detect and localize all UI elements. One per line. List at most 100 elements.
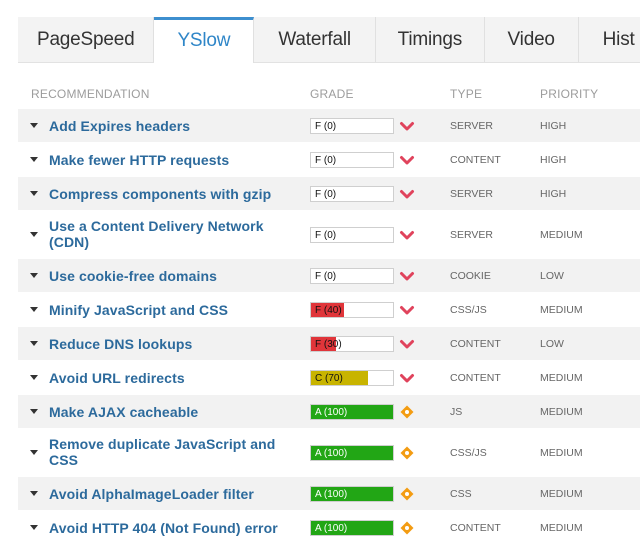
grade-bar: F (0) — [310, 186, 394, 202]
recommendation-link[interactable]: Remove duplicate JavaScript and CSS — [49, 436, 287, 468]
table-row[interactable]: Avoid HTTP 404 (Not Found) error A (100) C… — [18, 511, 640, 545]
tab-bar: PageSpeed YSlow Waterfall Timings Video … — [18, 17, 640, 63]
type-cell: CSS/JS — [450, 304, 487, 316]
recommendation-link[interactable]: Minify JavaScript and CSS — [49, 302, 287, 318]
table-row[interactable]: Use cookie-free domains F (0) COOKIE LOW — [18, 259, 640, 293]
recommendation-link[interactable]: Avoid HTTP 404 (Not Found) error — [49, 520, 287, 536]
grade-bar: F (30) — [310, 336, 394, 352]
yslow-results-table: RECOMMENDATION GRADE TYPE PRIORITY Add E… — [18, 76, 640, 545]
tab-pagespeed[interactable]: PageSpeed — [18, 17, 155, 62]
expand-caret-icon[interactable] — [30, 273, 38, 278]
type-cell: SERVER — [450, 188, 493, 200]
expand-caret-icon[interactable] — [30, 491, 38, 496]
table-row[interactable]: Make fewer HTTP requests F (0) CONTENT HIGH — [18, 143, 640, 177]
priority-cell: HIGH — [540, 188, 567, 200]
column-header-grade: GRADE — [310, 87, 354, 101]
expand-caret-icon[interactable] — [30, 450, 38, 455]
diamond-icon — [400, 521, 414, 535]
diamond-icon — [400, 446, 414, 460]
column-header-type: TYPE — [450, 87, 483, 101]
type-cell: CONTENT — [450, 522, 501, 534]
expand-caret-icon[interactable] — [30, 409, 38, 414]
chevron-down-icon — [400, 306, 414, 315]
tab-yslow[interactable]: YSlow — [154, 17, 255, 63]
recommendation-link[interactable]: Make AJAX cacheable — [49, 404, 287, 420]
recommendation-link[interactable]: Reduce DNS lookups — [49, 336, 287, 352]
priority-cell: LOW — [540, 270, 564, 282]
grade-bar: F (0) — [310, 227, 394, 243]
chevron-down-icon — [400, 190, 414, 199]
type-cell: CONTENT — [450, 154, 501, 166]
grade-bar: F (0) — [310, 268, 394, 284]
grade-bar: F (40) — [310, 302, 394, 318]
column-header-priority: PRIORITY — [540, 87, 599, 101]
tab-history[interactable]: Hist — [579, 17, 640, 62]
type-cell: SERVER — [450, 229, 493, 241]
grade-bar: A (100) — [310, 445, 394, 461]
priority-cell: MEDIUM — [540, 372, 583, 384]
grade-label: F (0) — [315, 189, 337, 200]
priority-cell: HIGH — [540, 154, 567, 166]
recommendation-link[interactable]: Compress components with gzip — [49, 186, 287, 202]
diamond-icon — [400, 405, 414, 419]
type-cell: JS — [450, 406, 463, 418]
recommendation-link[interactable]: Use cookie-free domains — [49, 268, 287, 284]
table-row[interactable]: Use a Content Delivery Network (CDN) F (0… — [18, 211, 640, 259]
grade-label: F (0) — [315, 121, 337, 132]
grade-label: F (0) — [315, 155, 337, 166]
expand-caret-icon[interactable] — [30, 123, 38, 128]
grade-bar: C (70) — [310, 370, 394, 386]
table-row[interactable]: Remove duplicate JavaScript and CSS A (10… — [18, 429, 640, 477]
grade-label: F (30) — [315, 339, 342, 350]
priority-cell: MEDIUM — [540, 522, 583, 534]
grade-label: F (0) — [315, 230, 337, 241]
recommendation-link[interactable]: Avoid AlphaImageLoader filter — [49, 486, 287, 502]
diamond-icon — [400, 487, 414, 501]
chevron-down-icon — [400, 340, 414, 349]
table-row[interactable]: Compress components with gzip F (0) SERVER… — [18, 177, 640, 211]
recommendation-link[interactable]: Use a Content Delivery Network (CDN) — [49, 218, 287, 250]
expand-caret-icon[interactable] — [30, 375, 38, 380]
chevron-down-icon — [400, 374, 414, 383]
recommendation-link[interactable]: Avoid URL redirects — [49, 370, 287, 386]
table-row[interactable]: Make AJAX cacheable A (100) JS MEDIUM — [18, 395, 640, 429]
grade-label: A (100) — [315, 489, 348, 500]
type-cell: COOKIE — [450, 270, 491, 282]
type-cell: CONTENT — [450, 338, 501, 350]
priority-cell: MEDIUM — [540, 229, 583, 241]
grade-label: A (100) — [315, 448, 348, 459]
expand-caret-icon[interactable] — [30, 525, 38, 530]
recommendation-link[interactable]: Add Expires headers — [49, 118, 287, 134]
grade-label: F (40) — [315, 305, 342, 316]
grade-bar: A (100) — [310, 486, 394, 502]
table-header: RECOMMENDATION GRADE TYPE PRIORITY — [18, 76, 640, 109]
grade-bar: F (0) — [310, 118, 394, 134]
recommendation-link[interactable]: Make fewer HTTP requests — [49, 152, 287, 168]
priority-cell: MEDIUM — [540, 304, 583, 316]
grade-bar: F (0) — [310, 152, 394, 168]
grade-label: A (100) — [315, 407, 348, 418]
tab-video[interactable]: Video — [485, 17, 579, 62]
table-row[interactable]: Avoid AlphaImageLoader filter A (100) CSS M… — [18, 477, 640, 511]
expand-caret-icon[interactable] — [30, 232, 38, 237]
expand-caret-icon[interactable] — [30, 191, 38, 196]
tab-waterfall[interactable]: Waterfall — [254, 17, 376, 62]
expand-caret-icon[interactable] — [30, 307, 38, 312]
grade-label: F (0) — [315, 271, 337, 282]
priority-cell: MEDIUM — [540, 447, 583, 459]
table-row[interactable]: Reduce DNS lookups F (30) CONTENT LOW — [18, 327, 640, 361]
chevron-down-icon — [400, 272, 414, 281]
grade-label: A (100) — [315, 523, 348, 534]
tab-timings[interactable]: Timings — [376, 17, 485, 62]
table-row[interactable]: Avoid URL redirects C (70) CONTENT MEDIUM — [18, 361, 640, 395]
type-cell: SERVER — [450, 120, 493, 132]
chevron-down-icon — [400, 231, 414, 240]
column-header-recommendation: RECOMMENDATION — [31, 87, 150, 101]
expand-caret-icon[interactable] — [30, 157, 38, 162]
type-cell: CSS/JS — [450, 447, 487, 459]
table-row[interactable]: Minify JavaScript and CSS F (40) CSS/JS MED… — [18, 293, 640, 327]
table-row[interactable]: Add Expires headers F (0) SERVER HIGH — [18, 109, 640, 143]
priority-cell: MEDIUM — [540, 406, 583, 418]
type-cell: CSS — [450, 488, 472, 500]
expand-caret-icon[interactable] — [30, 341, 38, 346]
